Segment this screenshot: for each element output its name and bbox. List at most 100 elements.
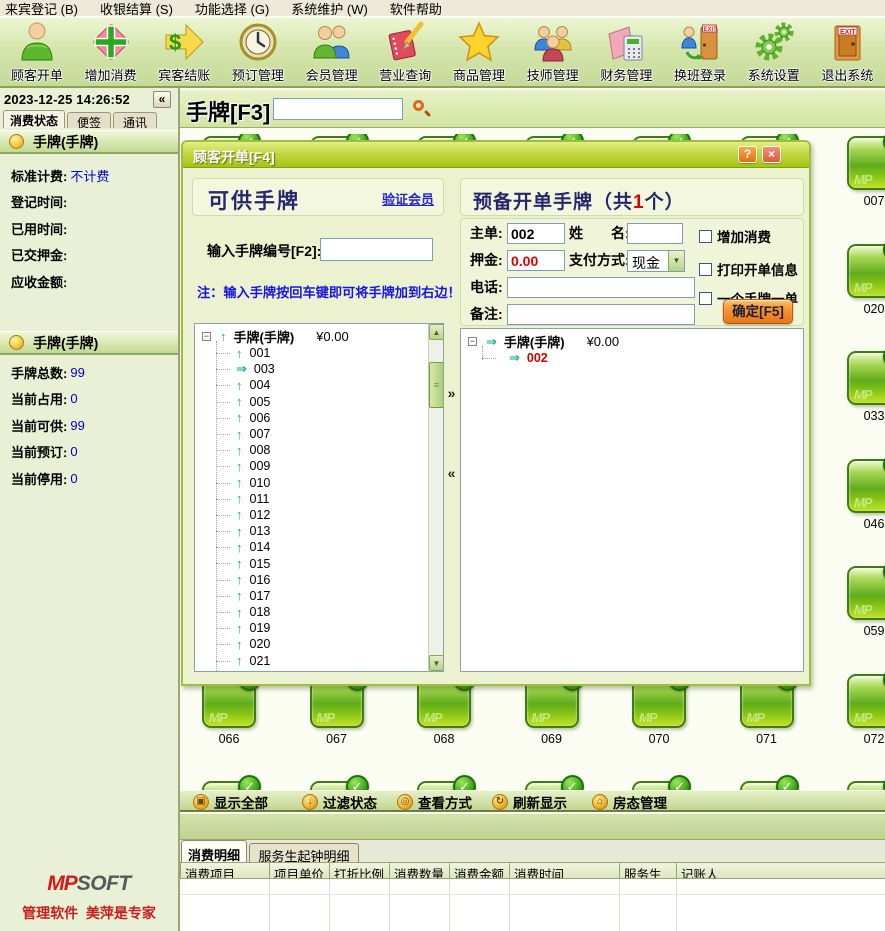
confirm-button[interactable]: 确定[F5] xyxy=(723,299,793,324)
tree-item[interactable]: ⇒ 003 xyxy=(195,361,443,377)
member-manage-button[interactable]: 会员管理 xyxy=(295,18,369,86)
business-query-button[interactable]: 营业查询 xyxy=(368,18,442,86)
tree-item[interactable]: ↑ 009 xyxy=(195,458,443,474)
move-right-button[interactable]: » xyxy=(444,385,459,401)
tag-number-input[interactable] xyxy=(320,238,433,261)
menu-item[interactable]: 来宾登记 (B) xyxy=(5,0,78,18)
tree-item[interactable]: ↑ 007 xyxy=(195,426,443,442)
tag-card[interactable]: MP ✓ 066 xyxy=(184,672,292,780)
tree-item[interactable]: ↑ 016 xyxy=(195,572,443,588)
tree-item[interactable]: ↑ 017 xyxy=(195,588,443,604)
exit-system-button[interactable]: EXIT 退出系统 xyxy=(811,18,885,86)
tree-root-row[interactable]: − ⇒ 手牌(手牌) ¥0.00 xyxy=(461,333,803,350)
tree-item[interactable]: ↑ 006 xyxy=(195,410,443,426)
phone-input[interactable] xyxy=(507,277,695,298)
tag-card[interactable]: MP ✓ 069 xyxy=(507,672,615,780)
deposit-input[interactable] xyxy=(507,250,565,271)
tag-card[interactable]: MP ✓ 081 xyxy=(399,779,507,790)
add-consume-button[interactable]: 增加消费 xyxy=(74,18,148,86)
table-column-header[interactable]: 消费金额 xyxy=(450,863,510,878)
tree-item[interactable]: ↑ 022 xyxy=(195,669,443,672)
finance-manage-button[interactable]: 财务管理 xyxy=(590,18,664,86)
tag-card[interactable]: MP ✓ 068 xyxy=(399,672,507,780)
tree-item[interactable]: ↑ 012 xyxy=(195,507,443,523)
move-left-button[interactable]: « xyxy=(444,465,459,481)
checkbox[interactable] xyxy=(699,230,712,243)
tag-card[interactable]: MP ✓ 046 xyxy=(829,457,885,565)
booking-button[interactable]: 预订管理 xyxy=(221,18,295,86)
system-settings-button[interactable]: 系统设置 xyxy=(737,18,811,86)
tree-item[interactable]: ↑ 021 xyxy=(195,653,443,669)
tag-card[interactable]: MP ✓ 071 xyxy=(722,672,830,780)
menu-item[interactable]: 收银结算 (S) xyxy=(100,0,173,18)
checkbox[interactable] xyxy=(699,292,712,305)
tag-card[interactable]: MP ✓ 083 xyxy=(614,779,722,790)
tag-card[interactable]: MP ✓ 007 xyxy=(829,134,885,242)
tag-card[interactable]: MP ✓ 084 xyxy=(722,779,830,790)
tab-consume-status[interactable]: 消费状态 xyxy=(3,110,65,128)
tag-card[interactable]: MP ✓ 079 xyxy=(184,779,292,790)
tag-card[interactable]: MP ✓ 082 xyxy=(507,779,615,790)
tab-memo[interactable]: 便签 xyxy=(67,112,111,128)
table-column-header[interactable]: 消费项目 xyxy=(180,863,270,878)
customer-open-button[interactable]: 顾客开单 xyxy=(0,18,74,86)
table-column-header[interactable]: 记账人 xyxy=(677,863,885,878)
collapse-minus-icon[interactable]: − xyxy=(202,332,211,341)
tree-item[interactable]: ↑ 001 xyxy=(195,345,443,361)
tree-item[interactable]: ⇒ 002 xyxy=(461,350,803,366)
menu-item[interactable]: 软件帮助 xyxy=(390,0,442,18)
tree-item[interactable]: ↑ 013 xyxy=(195,523,443,539)
tag-card[interactable]: MP ✓ 020 xyxy=(829,242,885,350)
tab-message[interactable]: 通讯 xyxy=(113,112,157,128)
tree-item[interactable]: ↑ 018 xyxy=(195,604,443,620)
tree-scrollbar[interactable]: ▲ ≡ ▼ xyxy=(428,324,443,671)
remark-input[interactable] xyxy=(507,304,695,325)
main-order-input[interactable] xyxy=(507,223,565,244)
dialog-title-bar[interactable]: 顾客开单[F4] ? × xyxy=(183,142,809,168)
tree-item[interactable]: ↑ 019 xyxy=(195,620,443,636)
collapse-minus-icon[interactable]: − xyxy=(468,337,477,346)
verify-member-link[interactable]: 验证会员 xyxy=(382,189,434,208)
view-toolbar-button[interactable]: ▣ 显示全部 xyxy=(193,793,268,810)
tag-card[interactable]: MP ✓ 080 xyxy=(292,779,400,790)
checkout-button[interactable]: $ 宾客结账 xyxy=(147,18,221,86)
name-input[interactable] xyxy=(627,223,683,244)
search-icon[interactable] xyxy=(411,99,431,119)
scroll-up-button[interactable]: ▲ xyxy=(429,324,444,340)
section-header-tag-status[interactable]: 手牌(手牌) xyxy=(0,130,178,154)
tag-card[interactable]: MP ✓ 033 xyxy=(829,349,885,457)
checkbox[interactable] xyxy=(699,263,712,276)
shift-login-button[interactable]: EXIT 换班登录 xyxy=(663,18,737,86)
table-column-header[interactable]: 打折比例 xyxy=(330,863,390,878)
table-column-header[interactable]: 消费时间 xyxy=(510,863,620,878)
goods-manage-button[interactable]: 商品管理 xyxy=(442,18,516,86)
tree-root-row[interactable]: − ↑ 手牌(手牌) ¥0.00 xyxy=(195,328,443,345)
tag-card[interactable]: MP ✓ 072 xyxy=(829,672,885,780)
search-input[interactable] xyxy=(273,98,403,120)
tree-item[interactable]: ↑ 020 xyxy=(195,636,443,652)
section-header-tag-counts[interactable]: 手牌(手牌) xyxy=(0,331,178,355)
menu-item[interactable]: 功能选择 (G) xyxy=(195,0,269,18)
checkbox-option[interactable]: 增加消费 xyxy=(699,226,803,246)
tree-item[interactable]: ↑ 005 xyxy=(195,394,443,410)
tree-item[interactable]: ↑ 004 xyxy=(195,377,443,393)
scroll-thumb[interactable]: ≡ xyxy=(429,362,444,408)
view-toolbar-button[interactable]: ↻ 刷新显示 xyxy=(492,793,567,810)
tag-card[interactable]: MP ✓ 070 xyxy=(614,672,722,780)
tag-card[interactable]: MP ✓ 085 xyxy=(829,779,885,790)
table-column-header[interactable]: 项目单价 xyxy=(270,863,330,878)
tree-item[interactable]: ↑ 008 xyxy=(195,442,443,458)
tag-card[interactable]: MP ✓ 059 xyxy=(829,564,885,672)
tree-item[interactable]: ↑ 010 xyxy=(195,475,443,491)
tag-card[interactable]: MP ✓ 067 xyxy=(292,672,400,780)
view-toolbar-button[interactable]: ◎ 查看方式 xyxy=(397,793,472,810)
dialog-close-button[interactable]: × xyxy=(762,146,781,163)
view-toolbar-button[interactable]: ↓ 过滤状态 xyxy=(302,793,377,810)
dialog-help-button[interactable]: ? xyxy=(738,146,757,163)
tree-item[interactable]: ↑ 011 xyxy=(195,491,443,507)
menu-item[interactable]: 系统维护 (W) xyxy=(291,0,368,18)
staff-manage-button[interactable]: 技师管理 xyxy=(516,18,590,86)
tree-item[interactable]: ↑ 014 xyxy=(195,539,443,555)
table-column-header[interactable]: 服务生 xyxy=(620,863,677,878)
pay-method-select[interactable]: 现金 ▼ xyxy=(627,250,685,272)
